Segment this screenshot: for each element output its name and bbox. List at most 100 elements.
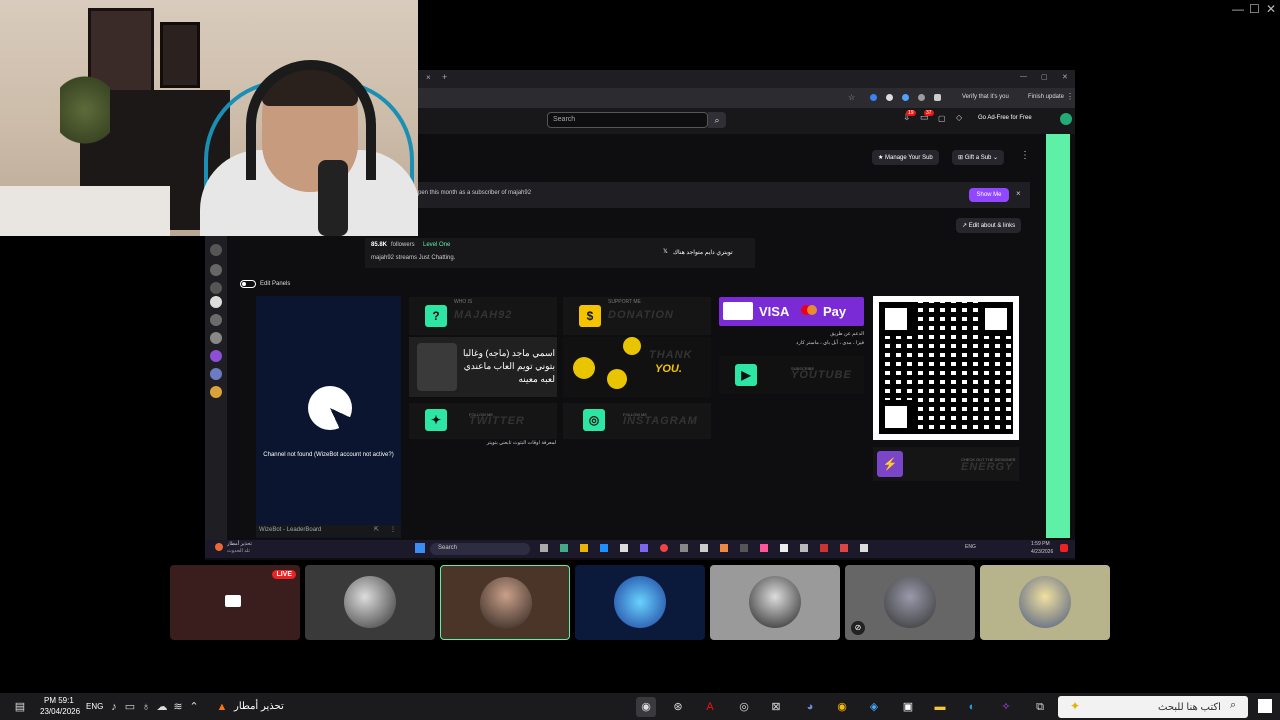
extension-icon[interactable] — [886, 94, 893, 101]
app-icon[interactable]: A — [700, 697, 720, 717]
store-icon[interactable]: ▣ — [898, 697, 918, 717]
tiktok-icon[interactable] — [780, 544, 788, 552]
menu-icon[interactable]: ⋮ — [1066, 92, 1074, 101]
youtube-panel[interactable]: ▶ SUBSCRIBE YOUTUBE — [719, 356, 864, 394]
participant-tile[interactable] — [575, 565, 705, 640]
weather-label[interactable]: تحذير أمطار — [234, 701, 284, 712]
copilot-icon[interactable]: ✧ — [996, 697, 1016, 717]
new-tab-icon[interactable]: + — [442, 72, 447, 82]
search-input[interactable]: Search — [547, 112, 708, 128]
clock-date[interactable]: 23/04/2026 — [40, 707, 80, 716]
sidebar-icon[interactable] — [210, 264, 222, 276]
inbox-icon[interactable]: ▢ — [938, 114, 946, 123]
taskbar-search[interactable]: ✦ اكتب هنا للبحث ⌕ — [1058, 696, 1248, 718]
banner-close-icon[interactable]: × — [1016, 189, 1021, 198]
who-panel[interactable]: ? WHO IS MAJAH92 — [409, 297, 557, 335]
notification-icon[interactable] — [1060, 544, 1068, 552]
taskbar-app-icon[interactable] — [820, 544, 828, 552]
extension-icon[interactable] — [870, 94, 877, 101]
twitter-panel[interactable]: ✦ FOLLOW ME TWITTER — [409, 403, 557, 439]
edit-panels-toggle[interactable] — [240, 280, 256, 288]
minimize-icon[interactable]: — — [1232, 2, 1244, 16]
taskbar-app-icon[interactable] — [840, 544, 848, 552]
brave-icon[interactable] — [720, 544, 728, 552]
finish-update-button[interactable]: Finish update — [1028, 94, 1064, 100]
language-indicator[interactable]: ENG — [86, 702, 103, 711]
sidebar-avatar[interactable] — [210, 314, 222, 326]
instagram-panel[interactable]: ◎ FOLLOW ME INSTAGRAM — [563, 403, 711, 439]
inner-search[interactable]: Search — [430, 543, 530, 555]
show-me-button[interactable]: Show Me — [969, 188, 1009, 202]
gift-sub-button[interactable]: ⊞ Gift a Sub ⌄ — [952, 150, 1005, 165]
taskbar-app-icon[interactable] — [800, 544, 808, 552]
extension-icon[interactable] — [918, 94, 925, 101]
level-badge[interactable]: Level One — [423, 242, 450, 248]
edge-icon[interactable]: ◐ — [962, 697, 982, 717]
taskbar-app-icon[interactable] — [580, 544, 588, 552]
maximize-icon[interactable]: ☐ — [1249, 2, 1260, 16]
chevron-up-icon[interactable]: ⌃ — [184, 697, 204, 717]
search-icon[interactable]: ⌕ — [708, 112, 726, 128]
taskbar-app-icon[interactable] — [700, 544, 708, 552]
more-icon[interactable]: ⋮ — [390, 526, 396, 533]
browser-close-icon[interactable]: ✕ — [1062, 73, 1068, 81]
participant-tile[interactable]: LIVE — [170, 565, 300, 640]
app-icon[interactable]: ◈ — [864, 697, 884, 717]
tab-close-icon[interactable]: × — [426, 73, 431, 82]
sidebar-avatar[interactable] — [210, 368, 222, 380]
donation-panel[interactable]: $ SUPPORT ME DONATION — [563, 297, 711, 335]
taskbar-app-icon[interactable] — [740, 544, 748, 552]
close-icon[interactable]: ✕ — [1266, 2, 1276, 16]
task-view-icon[interactable]: ⧉ — [1030, 697, 1050, 717]
app-icon[interactable]: ⊠ — [766, 697, 786, 717]
windows-icon[interactable] — [415, 543, 425, 553]
taskbar-app-icon[interactable] — [680, 544, 688, 552]
verify-chip[interactable]: Verify that it's you — [962, 94, 1009, 100]
sidebar-icon[interactable] — [210, 244, 222, 256]
clock-time[interactable]: PM 59:1 — [44, 696, 74, 705]
participant-tile[interactable] — [710, 565, 840, 640]
x-icon[interactable]: 𝕏 — [663, 248, 668, 255]
sidebar-avatar[interactable] — [210, 350, 222, 362]
inner-lang[interactable]: ENG — [965, 544, 976, 550]
browser-maximize-icon[interactable]: ▢ — [1041, 73, 1048, 81]
address-bar[interactable]: ☆ Verify that it's you Finish update ⋮ — [418, 88, 1075, 108]
star-icon[interactable]: ☆ — [848, 93, 855, 102]
participant-tile[interactable] — [305, 565, 435, 640]
chrome-icon[interactable]: ◉ — [832, 697, 852, 717]
windows-start-icon[interactable] — [1258, 699, 1272, 713]
taskbar-app-icon[interactable] — [620, 544, 628, 552]
popout-icon[interactable]: ⇱ — [374, 526, 379, 533]
browser-minimize-icon[interactable]: — — [1020, 73, 1027, 80]
scrollbar[interactable] — [1046, 134, 1070, 538]
chrome-icon[interactable] — [660, 544, 668, 552]
manage-sub-button[interactable]: ★ Manage Your Sub — [872, 150, 939, 165]
sidebar-avatar[interactable] — [210, 386, 222, 398]
obs-icon[interactable]: ◎ — [734, 697, 754, 717]
extension-icon[interactable] — [902, 94, 909, 101]
taskbar-app-icon[interactable] — [540, 544, 548, 552]
taskbar-app-icon[interactable] — [860, 544, 868, 552]
crown-icon[interactable]: ◇ — [956, 113, 962, 122]
taskbar-app-icon[interactable] — [760, 544, 768, 552]
weather-icon[interactable]: ▲ — [212, 697, 232, 717]
taskbar-app-icon[interactable] — [640, 544, 648, 552]
puzzle-icon[interactable] — [934, 94, 941, 101]
discord-icon[interactable]: ◕ — [800, 697, 820, 717]
qr-code[interactable] — [873, 296, 1019, 440]
chrome-icon[interactable]: ◉ — [636, 697, 656, 717]
more-options-icon[interactable]: ⋮ — [1020, 150, 1030, 161]
steam-icon[interactable]: ⊛ — [668, 697, 688, 717]
energy-panel[interactable]: ⚡ CHECK OUT THE DESIGNER ENERGY — [873, 447, 1019, 481]
taskbar-app-icon[interactable] — [560, 544, 568, 552]
video-icon[interactable] — [210, 282, 222, 294]
participant-tile[interactable] — [440, 565, 570, 640]
participant-tile[interactable] — [980, 565, 1110, 640]
taskbar-app-icon[interactable] — [600, 544, 608, 552]
folder-icon[interactable]: ▬ — [930, 697, 950, 717]
sidebar-avatar[interactable] — [210, 296, 222, 308]
notification-center-icon[interactable]: ▤ — [10, 697, 30, 717]
twitter-link[interactable]: تويتري دايم متواجد هناك — [673, 249, 733, 256]
edit-about-button[interactable]: ↗ Edit about & links — [956, 218, 1022, 233]
sidebar-avatar[interactable] — [210, 332, 222, 344]
